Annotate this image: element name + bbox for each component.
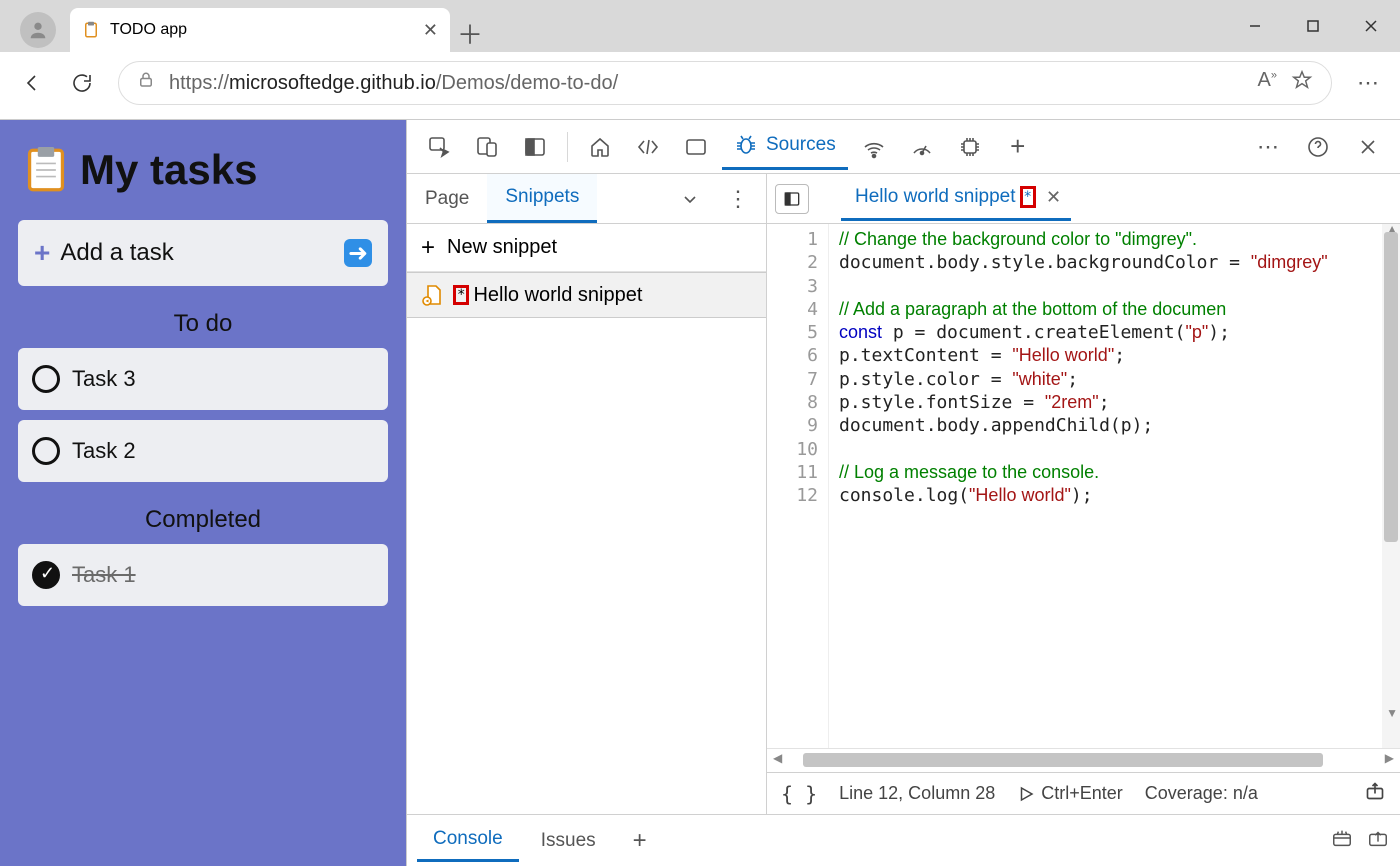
performance-tab[interactable]	[900, 127, 944, 167]
devtools-more[interactable]: ⋯	[1246, 127, 1290, 167]
task-label: Task 3	[72, 366, 136, 392]
refresh-button[interactable]	[68, 69, 96, 97]
new-snippet-button[interactable]: + New snippet	[407, 224, 766, 272]
todo-app: My tasks + Add a task ➜ To do Task 3 Task…	[0, 120, 406, 866]
devtools-close[interactable]	[1346, 127, 1390, 167]
dirty-marker: *	[453, 285, 469, 305]
toggle-navigator-button[interactable]	[775, 184, 809, 214]
pretty-print-button[interactable]: { }	[781, 782, 817, 806]
tab-title: TODO app	[110, 21, 187, 39]
snippet-name: Hello world snippet	[473, 284, 642, 307]
horizontal-scrollbar[interactable]: ◀ ▶	[767, 748, 1400, 772]
snippet-file-icon	[421, 283, 445, 307]
bug-icon	[734, 133, 758, 157]
line-gutter: 123456789101112	[767, 224, 829, 748]
editor-statusbar: { } Line 12, Column 28 Ctrl+Enter Covera…	[767, 772, 1400, 814]
help-button[interactable]	[1296, 127, 1340, 167]
drawer-add-tab[interactable]: +	[618, 821, 662, 861]
checkbox-icon[interactable]	[32, 365, 60, 393]
inspect-element-button[interactable]	[417, 127, 461, 167]
add-task-label: Add a task	[60, 239, 173, 267]
sources-tab[interactable]: Sources	[722, 124, 848, 170]
drawer: Console Issues +	[407, 814, 1400, 866]
new-tab-button[interactable]: ＋	[450, 15, 490, 52]
plus-icon: +	[34, 237, 50, 269]
dirty-marker: *	[1020, 186, 1036, 208]
read-aloud-icon[interactable]: A»	[1258, 69, 1277, 97]
vertical-scrollbar[interactable]: ▲ ▼	[1382, 224, 1400, 748]
console-tab[interactable]	[674, 127, 718, 167]
play-icon	[1017, 785, 1035, 803]
navigator-overflow[interactable]	[668, 179, 712, 219]
browser-menu[interactable]: ⋯	[1354, 69, 1382, 97]
drawer-expand-icon[interactable]	[1366, 827, 1390, 854]
page-tab[interactable]: Page	[407, 174, 487, 223]
checkbox-icon[interactable]	[32, 437, 60, 465]
window-close[interactable]	[1342, 0, 1400, 52]
task-label: Task 1	[72, 562, 136, 588]
memory-tab[interactable]	[948, 127, 992, 167]
section-todo: To do	[18, 310, 388, 338]
dock-side-button[interactable]	[513, 127, 557, 167]
section-completed: Completed	[18, 506, 388, 534]
lock-icon	[137, 71, 155, 95]
editor-tab[interactable]: Hello world snippet* ✕	[841, 177, 1071, 221]
address-bar[interactable]: https://microsoftedge.github.io/Demos/de…	[118, 61, 1332, 105]
drawer-issues-tab[interactable]: Issues	[525, 820, 612, 862]
code-editor[interactable]: // Change the background color to "dimgr…	[829, 224, 1400, 748]
close-tab-icon[interactable]: ✕	[423, 20, 438, 41]
elements-tab[interactable]	[626, 127, 670, 167]
welcome-tab[interactable]	[578, 127, 622, 167]
clipboard-icon	[82, 21, 100, 39]
run-snippet-button[interactable]: Ctrl+Enter	[1017, 783, 1123, 804]
navigator-pane: Page Snippets ⋮ + New snippet *Hello wor…	[407, 174, 767, 814]
task-item[interactable]: Task 3	[18, 348, 388, 410]
back-button[interactable]	[18, 69, 46, 97]
window-minimize[interactable]	[1226, 0, 1284, 52]
task-item[interactable]: Task 2	[18, 420, 388, 482]
cursor-position: Line 12, Column 28	[839, 783, 995, 804]
clipboard-icon	[26, 147, 66, 193]
whats-new-icon[interactable]	[1330, 827, 1354, 854]
browser-tab[interactable]: TODO app ✕	[70, 8, 450, 52]
close-editor-tab[interactable]: ✕	[1046, 187, 1061, 208]
snippets-tab[interactable]: Snippets	[487, 174, 597, 223]
plus-icon: +	[421, 234, 435, 262]
submit-icon[interactable]: ➜	[344, 239, 372, 267]
upload-icon[interactable]	[1364, 781, 1386, 806]
profile-avatar[interactable]	[20, 12, 56, 48]
task-item-done[interactable]: Task 1	[18, 544, 388, 606]
favorite-icon[interactable]	[1291, 69, 1313, 97]
checkbox-checked-icon[interactable]	[32, 561, 60, 589]
device-emulation-button[interactable]	[465, 127, 509, 167]
add-task-button[interactable]: + Add a task ➜	[18, 220, 388, 286]
more-tabs-button[interactable]: +	[996, 127, 1040, 167]
navigator-menu[interactable]: ⋮	[716, 179, 760, 219]
network-tab[interactable]	[852, 127, 896, 167]
editor-pane: Hello world snippet* ✕ 123456789101112 /…	[767, 174, 1400, 814]
drawer-console-tab[interactable]: Console	[417, 820, 519, 862]
url-text: https://microsoftedge.github.io/Demos/de…	[169, 72, 618, 95]
window-maximize[interactable]	[1284, 0, 1342, 52]
task-label: Task 2	[72, 438, 136, 464]
page-title: My tasks	[26, 146, 388, 194]
snippet-row[interactable]: *Hello world snippet	[407, 272, 766, 318]
devtools: Sources + ⋯ Page Snippets ⋮	[406, 120, 1400, 866]
coverage-status: Coverage: n/a	[1145, 783, 1258, 804]
